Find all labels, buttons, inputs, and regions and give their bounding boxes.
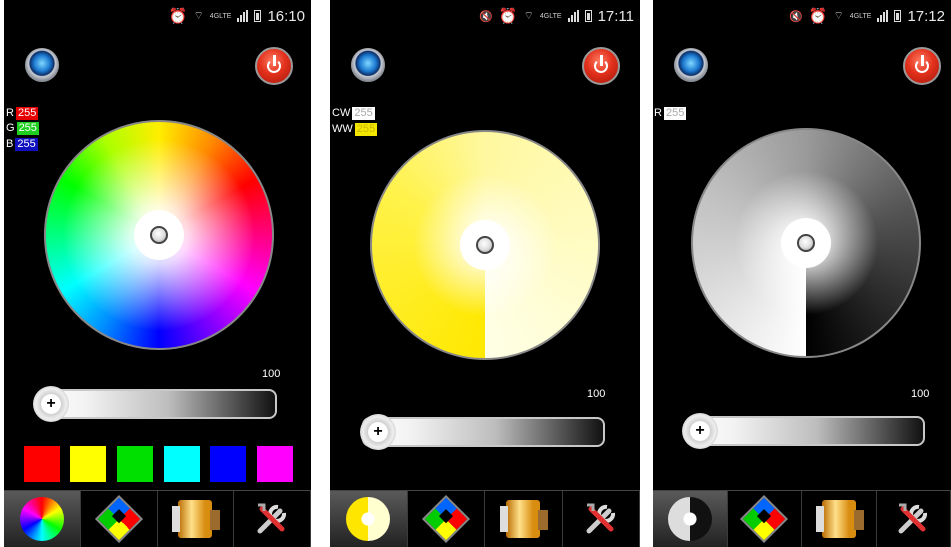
wifi-icon: ⌔ [833, 10, 844, 22]
brightness-slider[interactable] [685, 416, 925, 446]
modes-icon [740, 494, 789, 544]
network-label: 4GLTE [539, 12, 562, 20]
channel-r: R 255 [654, 106, 687, 120]
swatch-green[interactable] [117, 446, 153, 482]
brightness-value: 100 [911, 388, 930, 400]
music-tab[interactable] [802, 491, 877, 547]
settings-tab[interactable] [234, 491, 311, 547]
film-icon [815, 500, 864, 538]
brightness-slider[interactable] [362, 417, 605, 447]
power-button[interactable] [582, 47, 620, 85]
film-icon [500, 500, 549, 538]
phone-screen-white: 🔇 ⏰ ⌔ 4GLTE 17:11 CW 255 WW 255 100 + [330, 0, 640, 547]
brightness-value: 100 [587, 388, 606, 400]
modes-icon [421, 494, 470, 544]
modes-icon [94, 494, 143, 544]
wifi-icon: ⌔ [193, 10, 204, 22]
alarm-icon: ⏰ [168, 8, 188, 25]
channel-value: 255 [15, 106, 39, 120]
swatch-cyan[interactable] [164, 446, 200, 482]
signal-icon [877, 10, 889, 22]
tab-bar [4, 490, 311, 547]
battery-icon [584, 10, 592, 22]
channel-r: R 255 [6, 106, 39, 120]
status-bar: 🔇 ⏰ ⌔ 4GLTE 17:11 [479, 0, 634, 32]
status-bar: ⏰ ⌔ 4GLTE 16:10 [169, 0, 305, 32]
brightness-slider[interactable] [37, 389, 277, 419]
color-wheel-tab[interactable] [330, 491, 408, 547]
channel-value: 255 [16, 121, 39, 135]
channel-value: 255 [352, 106, 375, 120]
wheel-knob[interactable] [476, 236, 494, 254]
modes-tab[interactable] [81, 491, 158, 547]
blue-eye-icon[interactable] [25, 48, 59, 82]
channel-label: R [654, 107, 662, 119]
channel-value: 255 [354, 122, 378, 136]
phone-screen-rgb: ⏰ ⌔ 4GLTE 16:10 R 255 G 255 B 255 100 + [4, 0, 311, 547]
music-tab[interactable] [158, 491, 235, 547]
network-label: 4GLTE [209, 12, 232, 20]
color-wheel-tab[interactable] [653, 491, 728, 547]
alarm-icon: ⏰ [808, 8, 828, 25]
white-wheel-icon [346, 497, 391, 541]
swatch-yellow[interactable] [70, 446, 106, 482]
channel-cw: CW 255 [332, 106, 375, 120]
swatch-blue[interactable] [210, 446, 246, 482]
swatch-magenta[interactable] [257, 446, 293, 482]
tools-icon [586, 503, 615, 534]
music-tab[interactable] [485, 491, 563, 547]
color-wheel-icon [19, 497, 64, 541]
tools-icon [898, 503, 928, 534]
mono-wheel-icon [667, 497, 712, 541]
settings-tab[interactable] [563, 491, 640, 547]
tools-icon [257, 503, 287, 534]
channel-g: G 255 [6, 121, 39, 135]
power-button[interactable] [903, 47, 941, 85]
battery-icon [894, 10, 902, 22]
blue-eye-icon[interactable] [674, 48, 708, 82]
film-icon [172, 500, 221, 538]
settings-tab[interactable] [877, 491, 951, 547]
signal-icon [237, 10, 249, 22]
alarm-icon: ⏰ [498, 8, 518, 25]
channel-value: 255 [663, 106, 687, 120]
channel-label: G [6, 122, 15, 134]
clock: 17:12 [907, 7, 945, 25]
signal-icon [567, 10, 579, 22]
channel-ww: WW 255 [332, 122, 378, 136]
clock: 17:11 [597, 7, 634, 25]
slider-thumb[interactable]: + [682, 413, 718, 449]
slider-thumb[interactable]: + [33, 386, 69, 422]
tab-bar [653, 490, 951, 547]
channel-label: R [6, 107, 14, 119]
battery-icon [254, 10, 262, 22]
brightness-value: 100 [262, 368, 281, 380]
wheel-knob[interactable] [797, 234, 815, 252]
color-wheel-tab[interactable] [4, 491, 81, 547]
tab-bar [330, 490, 640, 547]
slider-thumb[interactable]: + [360, 414, 396, 450]
mute-icon: 🔇 [789, 10, 803, 23]
wheel-knob[interactable] [150, 226, 168, 244]
channel-label: WW [332, 123, 353, 135]
swatch-red[interactable] [24, 446, 60, 482]
status-bar: 🔇 ⏰ ⌔ 4GLTE 17:12 [789, 0, 945, 32]
channel-label: CW [332, 107, 351, 119]
phone-screen-mono: 🔇 ⏰ ⌔ 4GLTE 17:12 R 255 100 + [653, 0, 951, 547]
channel-b: B 255 [6, 137, 38, 151]
modes-tab[interactable] [408, 491, 485, 547]
clock: 16:10 [267, 7, 305, 25]
channel-value: 255 [15, 137, 38, 151]
blue-eye-icon[interactable] [351, 48, 385, 82]
mute-icon: 🔇 [479, 10, 493, 23]
modes-tab[interactable] [728, 491, 802, 547]
network-label: 4GLTE [849, 12, 872, 20]
power-button[interactable] [255, 47, 293, 85]
channel-label: B [6, 138, 14, 150]
wifi-icon: ⌔ [523, 10, 534, 22]
